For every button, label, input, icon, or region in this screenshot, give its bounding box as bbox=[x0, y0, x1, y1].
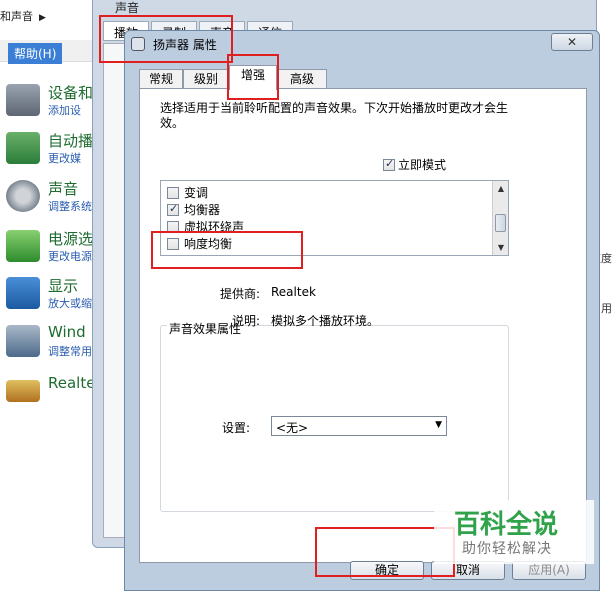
effect-item-pitch[interactable]: 变调 bbox=[167, 184, 208, 201]
enhancements-description: 选择适用于当前聆听配置的声音效果。下次开始播放时更改才会生效。 bbox=[160, 101, 509, 130]
breadcrumb[interactable]: 和声音 ▶ bbox=[0, 8, 46, 24]
breadcrumb-label[interactable]: 和声音 bbox=[0, 10, 33, 23]
close-button[interactable]: ✕ bbox=[551, 33, 593, 51]
checkbox-icon[interactable] bbox=[167, 202, 179, 216]
effect-item-equalizer[interactable]: 均衡器 bbox=[167, 201, 220, 218]
monitor-icon bbox=[6, 277, 40, 309]
category-autoplay[interactable]: 自动播 更改媒 bbox=[4, 130, 104, 170]
description-label: 说明: bbox=[231, 314, 260, 328]
category-display[interactable]: 显示 放大或缩 bbox=[4, 275, 104, 315]
category-subtitle[interactable]: 放大或缩 bbox=[48, 295, 92, 311]
autoplay-icon bbox=[6, 132, 40, 164]
settings-label: 设置: bbox=[221, 421, 250, 435]
watermark-logo-text: 百科全说 bbox=[454, 510, 559, 540]
category-title[interactable]: Wind bbox=[48, 323, 86, 341]
printer-icon bbox=[6, 84, 40, 116]
checkbox-icon[interactable] bbox=[383, 157, 395, 171]
category-devices-printers[interactable]: 设备和 添加设 bbox=[4, 82, 104, 122]
provider-value: Realtek bbox=[271, 285, 316, 299]
scroll-up-icon[interactable]: ▲ bbox=[493, 181, 508, 196]
category-subtitle[interactable]: 更改电源 bbox=[48, 248, 92, 264]
speaker-icon bbox=[6, 180, 40, 212]
tab-enhancements[interactable]: 增强 bbox=[229, 65, 277, 90]
enhancements-panel: 选择适用于当前聆听配置的声音效果。下次开始播放时更改才会生效。 立即模式 变调 … bbox=[139, 88, 587, 563]
chevron-right-icon[interactable]: ▶ bbox=[39, 13, 46, 23]
category-title[interactable]: 声音 bbox=[48, 178, 78, 199]
sound-dialog-title: 声音 bbox=[115, 1, 140, 15]
battery-icon bbox=[6, 230, 40, 262]
effect-label[interactable]: 均衡器 bbox=[184, 203, 220, 217]
watermark-slogan: 助你轻松解决 bbox=[462, 541, 552, 557]
effect-label[interactable]: 变调 bbox=[184, 186, 208, 200]
chevron-down-icon[interactable]: ▼ bbox=[435, 420, 442, 430]
description-value: 模拟多个播放环境。 bbox=[271, 314, 380, 328]
category-sound[interactable]: 声音 调整系统 bbox=[4, 178, 104, 218]
category-subtitle[interactable]: 调整系统 bbox=[48, 198, 92, 214]
tab-levels[interactable]: 级别 bbox=[183, 69, 229, 89]
checkbox-icon[interactable] bbox=[167, 186, 179, 199]
provider-label: 提供商: bbox=[219, 287, 260, 301]
scroll-thumb[interactable] bbox=[495, 214, 506, 232]
settings-select[interactable]: <无> ▼ bbox=[271, 416, 447, 436]
category-title[interactable]: 自动播 bbox=[48, 130, 93, 151]
category-subtitle[interactable]: 添加设 bbox=[48, 102, 81, 118]
windows-mobility-icon bbox=[6, 325, 40, 357]
highlight-loudness-option bbox=[151, 231, 303, 269]
category-title[interactable]: Realte bbox=[48, 374, 95, 392]
settings-selected-value[interactable]: <无> bbox=[276, 421, 308, 435]
realtek-audio-icon bbox=[6, 380, 40, 402]
highlight-playback-tab bbox=[99, 15, 233, 63]
category-realtek[interactable]: Realte bbox=[4, 374, 104, 414]
scroll-down-icon[interactable]: ▼ bbox=[493, 240, 508, 255]
tab-general[interactable]: 常规 bbox=[139, 69, 183, 89]
watermark: 百科全说 助你轻松解决 bbox=[434, 500, 594, 564]
category-power-options[interactable]: 电源选 更改电源 bbox=[4, 228, 104, 268]
effects-scrollbar[interactable]: ▲ ▼ bbox=[492, 181, 508, 255]
category-title[interactable]: 显示 bbox=[48, 275, 78, 296]
category-windows-mobility[interactable]: Wind 调整常用 bbox=[4, 323, 104, 363]
tab-advanced[interactable]: 高级 bbox=[277, 69, 327, 89]
category-title[interactable]: 设备和 bbox=[48, 82, 93, 103]
instant-mode-label[interactable]: 立即模式 bbox=[398, 158, 446, 172]
menu-help[interactable]: 帮助(H) bbox=[8, 43, 63, 64]
category-subtitle[interactable]: 更改媒 bbox=[48, 150, 81, 166]
category-title[interactable]: 电源选 bbox=[48, 228, 93, 249]
instant-mode-checkbox[interactable]: 立即模式 bbox=[383, 156, 446, 173]
category-subtitle[interactable]: 调整常用 bbox=[48, 343, 92, 359]
background-text-fragment: 用 bbox=[601, 302, 612, 315]
